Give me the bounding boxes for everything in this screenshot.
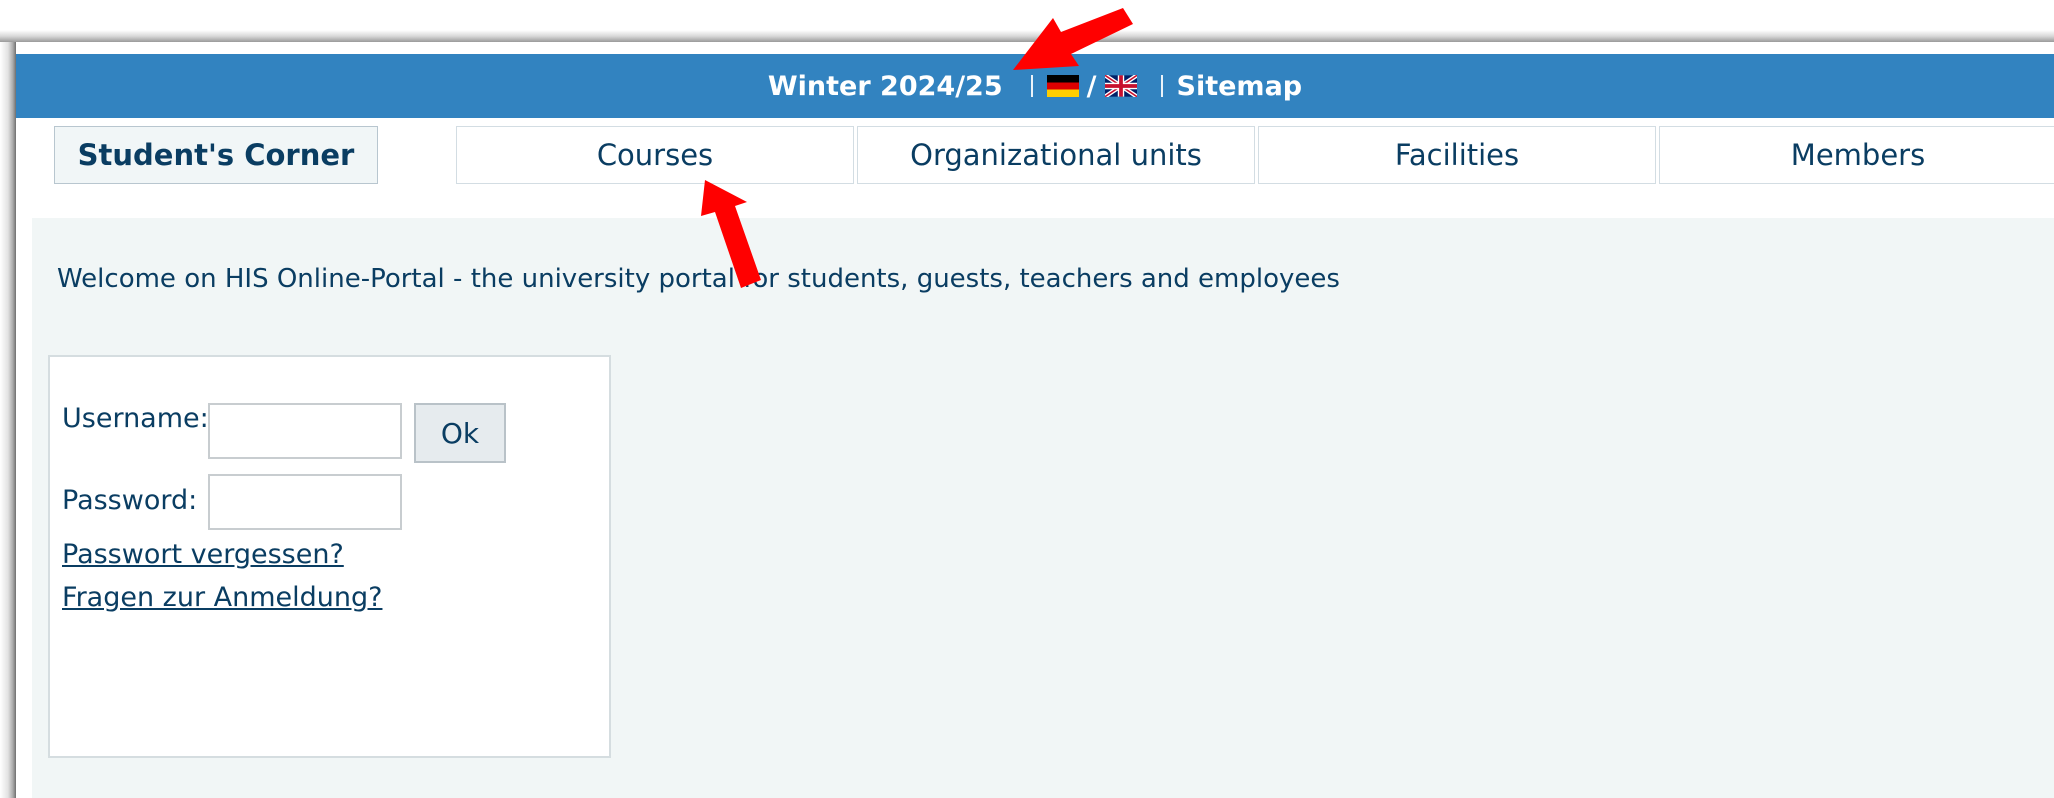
login-help-link[interactable]: Fragen zur Anmeldung? bbox=[62, 582, 382, 613]
password-label: Password: bbox=[62, 485, 198, 516]
tab-organizational-units[interactable]: Organizational units bbox=[857, 126, 1255, 184]
forgot-password-link[interactable]: Passwort vergessen? bbox=[62, 539, 344, 570]
uk-flag-icon[interactable] bbox=[1104, 75, 1137, 97]
language-separator: / bbox=[1086, 70, 1097, 102]
sitemap-link[interactable]: Sitemap bbox=[1177, 71, 1303, 102]
semester-label[interactable]: Winter 2024/25 bbox=[768, 71, 1003, 102]
main-navigation: Student's Corner Courses Organizational … bbox=[16, 118, 2054, 194]
tab-students-corner[interactable]: Student's Corner bbox=[54, 126, 378, 184]
username-input[interactable] bbox=[208, 403, 402, 459]
window-shadow-left bbox=[0, 42, 16, 798]
login-box: Username: Ok Password: Passwort vergesse… bbox=[48, 355, 611, 758]
ok-button[interactable]: Ok bbox=[414, 403, 506, 463]
divider bbox=[1160, 75, 1163, 97]
tab-members[interactable]: Members bbox=[1659, 126, 2054, 184]
red-arrow-icon bbox=[1013, 8, 1133, 70]
red-arrow-icon bbox=[701, 180, 761, 288]
tab-facilities[interactable]: Facilities bbox=[1258, 126, 1656, 184]
username-label: Username: bbox=[62, 403, 209, 434]
tab-courses[interactable]: Courses bbox=[456, 126, 854, 184]
password-input[interactable] bbox=[208, 474, 402, 530]
divider bbox=[1030, 75, 1033, 97]
german-flag-icon[interactable] bbox=[1046, 75, 1079, 97]
